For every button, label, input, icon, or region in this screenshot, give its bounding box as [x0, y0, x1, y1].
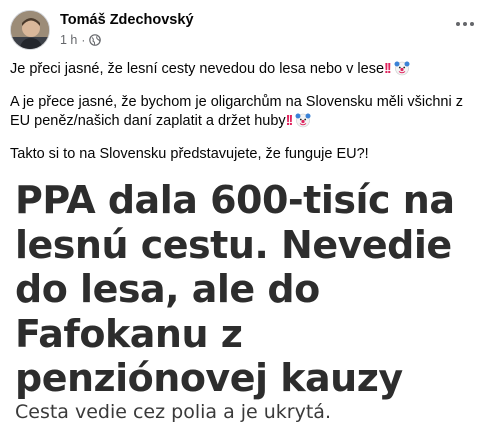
- meta-separator: ·: [81, 33, 86, 47]
- paragraph-text: Takto si to na Slovensku představujete, …: [10, 146, 369, 162]
- more-options-icon[interactable]: [451, 14, 479, 34]
- post-text: Je přeci jasné, že lesní cesty nevedou d…: [10, 60, 480, 175]
- author-avatar[interactable]: [10, 10, 50, 50]
- facebook-post: Tomáš Zdechovský 1 h · Je přeci jasné, ž…: [0, 0, 491, 439]
- author-name[interactable]: Tomáš Zdechovský: [60, 12, 194, 28]
- article-headline: PPA dala 600-tisíc na lesnú cestu. Neved…: [15, 178, 455, 400]
- globe-icon[interactable]: [89, 34, 102, 46]
- double-exclamation-emoji: !!: [384, 61, 392, 77]
- post-time[interactable]: 1 h: [60, 33, 77, 47]
- double-exclamation-emoji: !!: [285, 113, 294, 129]
- post-header: Tomáš Zdechovský 1 h ·: [10, 10, 481, 54]
- article-subheadline: Cesta vedie cez polia a je ukrytá.: [15, 401, 331, 423]
- post-paragraph: A je přece jasné, že bychom je oligarchů…: [10, 93, 480, 134]
- post-image[interactable]: PPA dala 600-tisíc na lesnú cestu. Neved…: [0, 178, 491, 439]
- post-paragraph: Je přeci jasné, že lesní cesty nevedou d…: [10, 60, 480, 82]
- paragraph-text: Je přeci jasné, že lesní cesty nevedou d…: [10, 61, 385, 77]
- paragraph-text: A je přece jasné, že bychom je oligarchů…: [10, 94, 463, 129]
- post-paragraph: Takto si to na Slovensku představujete, …: [10, 145, 480, 164]
- clown-face-emoji: [295, 112, 311, 134]
- post-meta: 1 h ·: [60, 33, 102, 47]
- clown-face-emoji: [394, 60, 410, 82]
